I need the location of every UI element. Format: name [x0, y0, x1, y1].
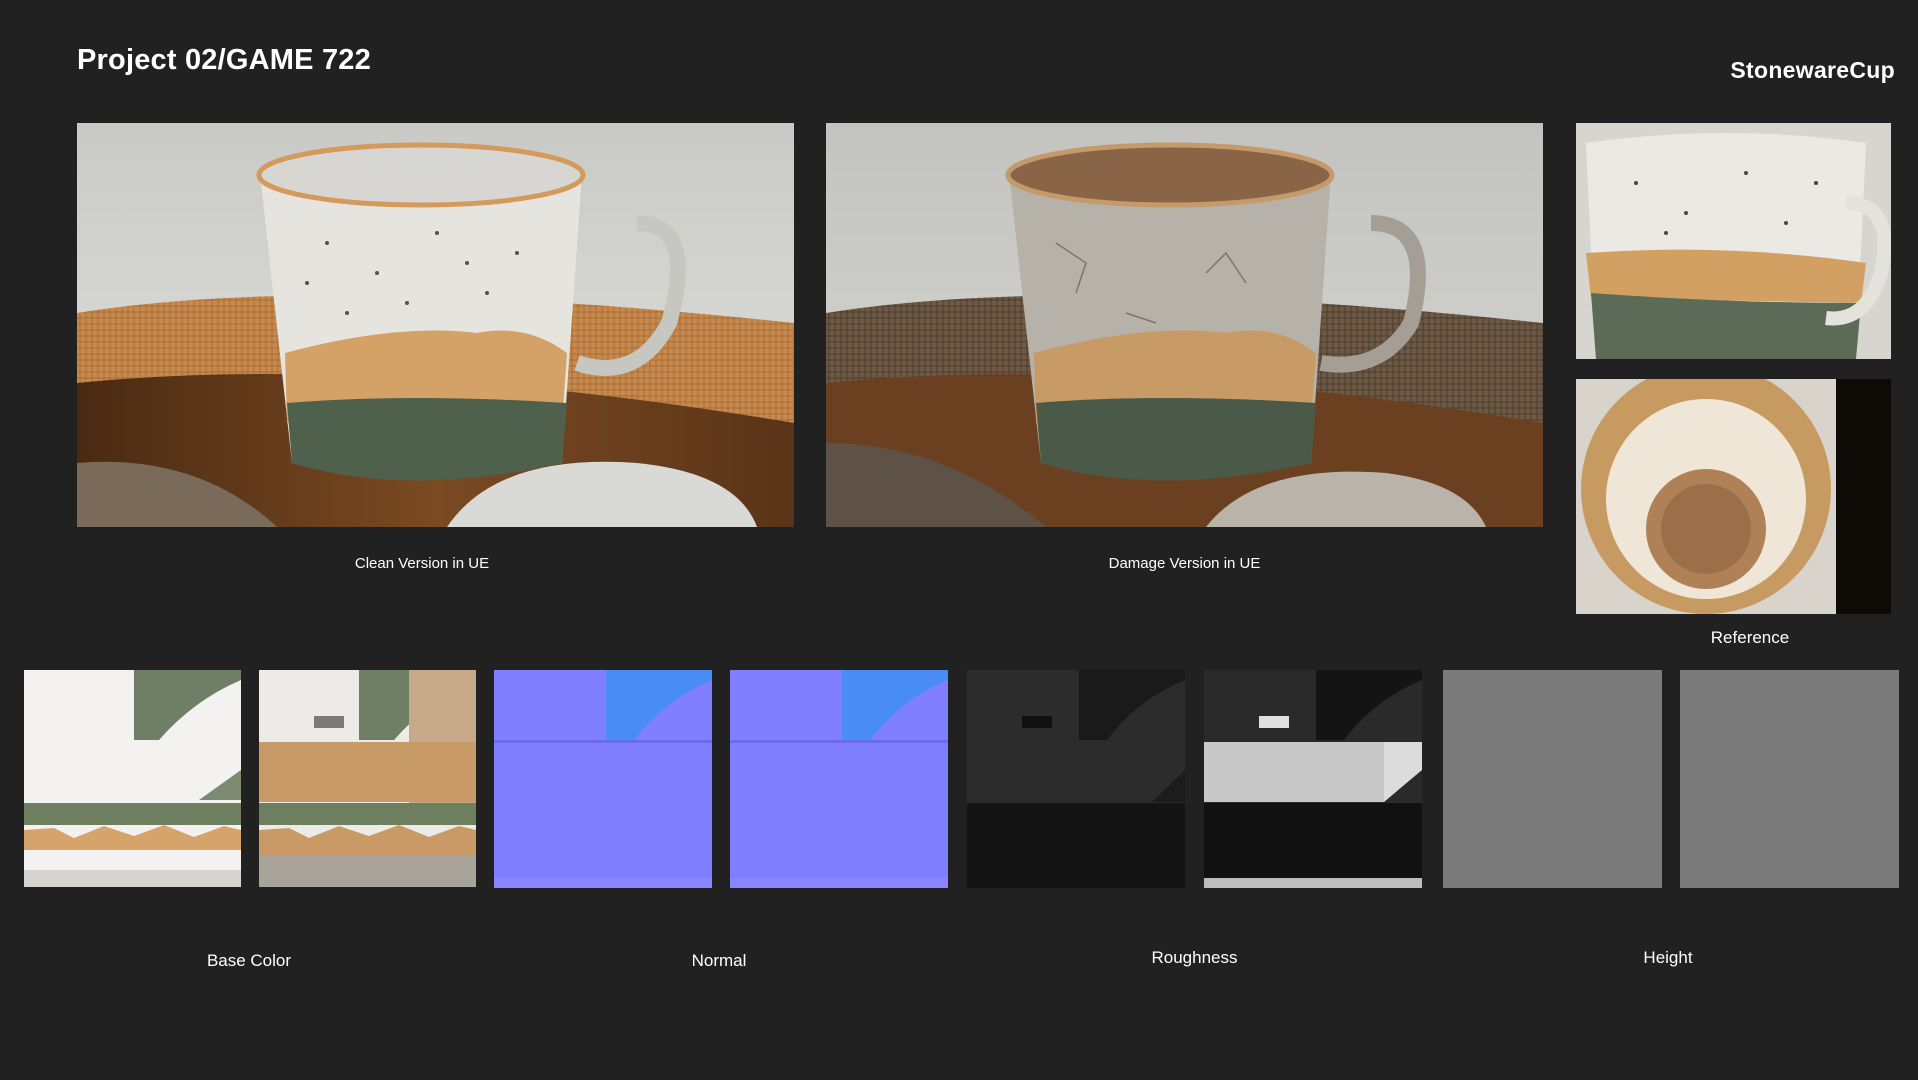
- height-map-clean: [1443, 670, 1662, 888]
- normal-map-clean: [494, 670, 712, 888]
- height-caption: Height: [1643, 948, 1693, 967]
- roughness-map-damage: [1204, 670, 1422, 888]
- normal-map-damage: [730, 670, 948, 888]
- base-color-caption: Base Color: [206, 951, 292, 970]
- damage-render-caption: Damage Version in UE: [1108, 555, 1261, 572]
- damage-render-image: [826, 123, 1543, 527]
- project-title: Project 02/GAME 722: [77, 44, 371, 76]
- asset-name: StonewareCup: [1730, 57, 1895, 83]
- reference-caption: Reference: [1710, 628, 1790, 647]
- reference-image-top: [1576, 379, 1891, 614]
- base-color-map-damage: [259, 670, 476, 887]
- base-color-map-clean: [24, 670, 241, 887]
- clean-render-caption: Clean Version in UE: [354, 555, 490, 572]
- reference-image-side: [1576, 123, 1891, 359]
- height-map-damage: [1680, 670, 1899, 888]
- clean-render-image: [77, 123, 794, 527]
- normal-caption: Normal: [691, 951, 747, 970]
- roughness-map-clean: [967, 670, 1185, 888]
- roughness-caption: Roughness: [1151, 948, 1238, 967]
